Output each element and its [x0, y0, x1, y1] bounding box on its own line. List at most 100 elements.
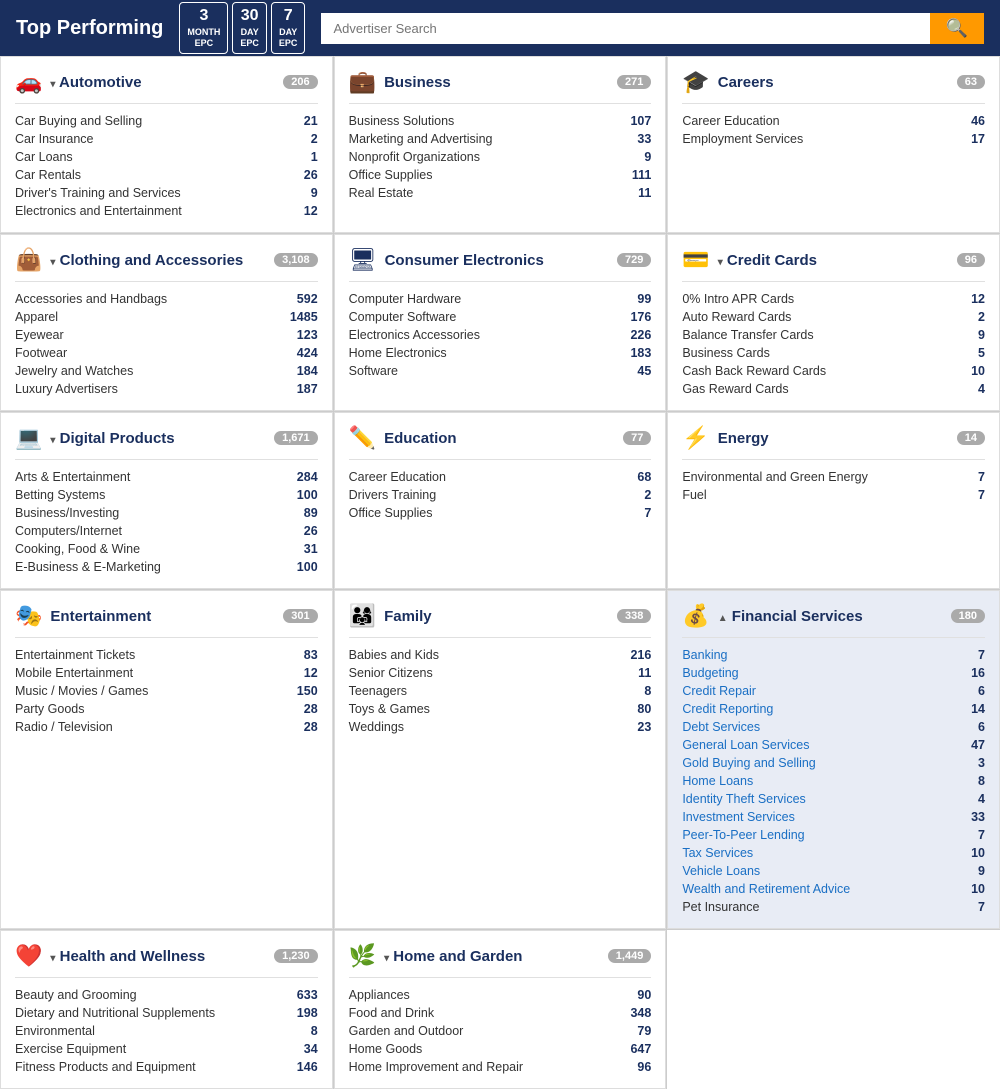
list-item[interactable]: Food and Drink348 — [349, 1004, 652, 1022]
search-input[interactable] — [321, 13, 929, 44]
list-item[interactable]: Investment Services33 — [682, 808, 985, 826]
list-item[interactable]: Home Loans8 — [682, 772, 985, 790]
list-item[interactable]: Balance Transfer Cards9 — [682, 326, 985, 344]
list-item[interactable]: Wealth and Retirement Advice10 — [682, 880, 985, 898]
list-item[interactable]: Jewelry and Watches184 — [15, 362, 318, 380]
list-item[interactable]: Car Rentals26 — [15, 166, 318, 184]
list-item[interactable]: Beauty and Grooming633 — [15, 986, 318, 1004]
list-item[interactable]: Radio / Television28 — [15, 718, 318, 736]
list-item[interactable]: Environmental8 — [15, 1022, 318, 1040]
list-item[interactable]: Office Supplies7 — [349, 504, 652, 522]
list-item[interactable]: Vehicle Loans9 — [682, 862, 985, 880]
list-item[interactable]: Exercise Equipment34 — [15, 1040, 318, 1058]
list-item-label: Home Electronics — [349, 346, 447, 360]
category-card-energy: ⚡Energy14Environmental and Green Energy7… — [667, 412, 1000, 589]
list-item[interactable]: Nonprofit Organizations9 — [349, 148, 652, 166]
list-item[interactable]: Software45 — [349, 362, 652, 380]
list-item-value: 647 — [630, 1042, 651, 1056]
list-item[interactable]: Gold Buying and Selling3 — [682, 754, 985, 772]
list-item[interactable]: Garden and Outdoor79 — [349, 1022, 652, 1040]
epc-7day-button[interactable]: 7DAYEPC — [271, 2, 306, 54]
list-item[interactable]: Babies and Kids216 — [349, 646, 652, 664]
list-item[interactable]: Senior Citizens11 — [349, 664, 652, 682]
list-item[interactable]: Car Loans1 — [15, 148, 318, 166]
list-item[interactable]: Cash Back Reward Cards10 — [682, 362, 985, 380]
list-item[interactable]: Tax Services10 — [682, 844, 985, 862]
list-item[interactable]: Computers/Internet26 — [15, 522, 318, 540]
list-item-value: 8 — [644, 684, 651, 698]
list-item[interactable]: Marketing and Advertising33 — [349, 130, 652, 148]
list-item[interactable]: Weddings23 — [349, 718, 652, 736]
list-item[interactable]: Betting Systems100 — [15, 486, 318, 504]
search-button[interactable]: 🔍 — [930, 13, 984, 44]
list-item[interactable]: Home Improvement and Repair96 — [349, 1058, 652, 1076]
epc-3month-button[interactable]: 3MONTHEPC — [179, 2, 228, 54]
home-garden-chevron-icon[interactable]: ▾ — [384, 953, 389, 964]
health-wellness-chevron-icon[interactable]: ▾ — [50, 953, 55, 964]
list-item[interactable]: Fitness Products and Equipment146 — [15, 1058, 318, 1076]
list-item[interactable]: E-Business & E-Marketing100 — [15, 558, 318, 576]
list-item[interactable]: Employment Services17 — [682, 130, 985, 148]
list-item[interactable]: Real Estate11 — [349, 184, 652, 202]
list-item[interactable]: Appliances90 — [349, 986, 652, 1004]
list-item[interactable]: Car Insurance2 — [15, 130, 318, 148]
list-item[interactable]: Music / Movies / Games150 — [15, 682, 318, 700]
credit-cards-icon: 💳 — [682, 247, 709, 273]
list-item[interactable]: Cooking, Food & Wine31 — [15, 540, 318, 558]
digital-products-chevron-icon[interactable]: ▾ — [50, 435, 55, 446]
list-item[interactable]: Mobile Entertainment12 — [15, 664, 318, 682]
list-item[interactable]: Career Education68 — [349, 468, 652, 486]
list-item[interactable]: Footwear424 — [15, 344, 318, 362]
list-item-value: 8 — [311, 1024, 318, 1038]
list-item-value: 14 — [971, 702, 985, 716]
list-item[interactable]: Fuel7 — [682, 486, 985, 504]
list-item[interactable]: Drivers Training2 — [349, 486, 652, 504]
list-item[interactable]: Luxury Advertisers187 — [15, 380, 318, 398]
list-item[interactable]: Peer-To-Peer Lending7 — [682, 826, 985, 844]
clothing-chevron-icon[interactable]: ▾ — [50, 257, 55, 268]
list-item[interactable]: Business Solutions107 — [349, 112, 652, 130]
list-item[interactable]: Credit Repair6 — [682, 682, 985, 700]
list-item[interactable]: Credit Reporting14 — [682, 700, 985, 718]
list-item[interactable]: Toys & Games80 — [349, 700, 652, 718]
list-item[interactable]: Party Goods28 — [15, 700, 318, 718]
list-item[interactable]: Home Electronics183 — [349, 344, 652, 362]
financial-services-chevron-icon[interactable]: ▲ — [718, 613, 728, 624]
list-item[interactable]: Teenagers8 — [349, 682, 652, 700]
list-item[interactable]: Budgeting16 — [682, 664, 985, 682]
list-item[interactable]: Dietary and Nutritional Supplements198 — [15, 1004, 318, 1022]
health-wellness-rows: Beauty and Grooming633Dietary and Nutrit… — [15, 986, 318, 1076]
list-item[interactable]: 0% Intro APR Cards12 — [682, 290, 985, 308]
list-item[interactable]: Gas Reward Cards4 — [682, 380, 985, 398]
automotive-chevron-icon[interactable]: ▾ — [50, 79, 55, 90]
list-item-label: Environmental and Green Energy — [682, 470, 868, 484]
list-item[interactable]: General Loan Services47 — [682, 736, 985, 754]
digital-products-icon: 💻 — [15, 425, 42, 451]
list-item[interactable]: Environmental and Green Energy7 — [682, 468, 985, 486]
list-item-label: Dietary and Nutritional Supplements — [15, 1006, 215, 1020]
list-item[interactable]: Apparel1485 — [15, 308, 318, 326]
list-item[interactable]: Identity Theft Services4 — [682, 790, 985, 808]
list-item[interactable]: Business Cards5 — [682, 344, 985, 362]
credit-cards-chevron-icon[interactable]: ▾ — [718, 257, 723, 268]
list-item[interactable]: Electronics Accessories226 — [349, 326, 652, 344]
list-item[interactable]: Car Buying and Selling21 — [15, 112, 318, 130]
list-item[interactable]: Office Supplies111 — [349, 166, 652, 184]
list-item[interactable]: Electronics and Entertainment12 — [15, 202, 318, 220]
list-item[interactable]: Arts & Entertainment284 — [15, 468, 318, 486]
list-item[interactable]: Business/Investing89 — [15, 504, 318, 522]
list-item[interactable]: Computer Hardware99 — [349, 290, 652, 308]
list-item[interactable]: Auto Reward Cards2 — [682, 308, 985, 326]
list-item[interactable]: Computer Software176 — [349, 308, 652, 326]
list-item[interactable]: Debt Services6 — [682, 718, 985, 736]
epc-30day-button[interactable]: 30DAYEPC — [232, 2, 267, 54]
list-item[interactable]: Home Goods647 — [349, 1040, 652, 1058]
list-item[interactable]: Pet Insurance7 — [682, 898, 985, 916]
list-item[interactable]: Entertainment Tickets83 — [15, 646, 318, 664]
list-item-value: 80 — [637, 702, 651, 716]
list-item[interactable]: Banking7 — [682, 646, 985, 664]
list-item[interactable]: Driver's Training and Services9 — [15, 184, 318, 202]
list-item[interactable]: Accessories and Handbags592 — [15, 290, 318, 308]
list-item[interactable]: Eyewear123 — [15, 326, 318, 344]
list-item[interactable]: Career Education46 — [682, 112, 985, 130]
